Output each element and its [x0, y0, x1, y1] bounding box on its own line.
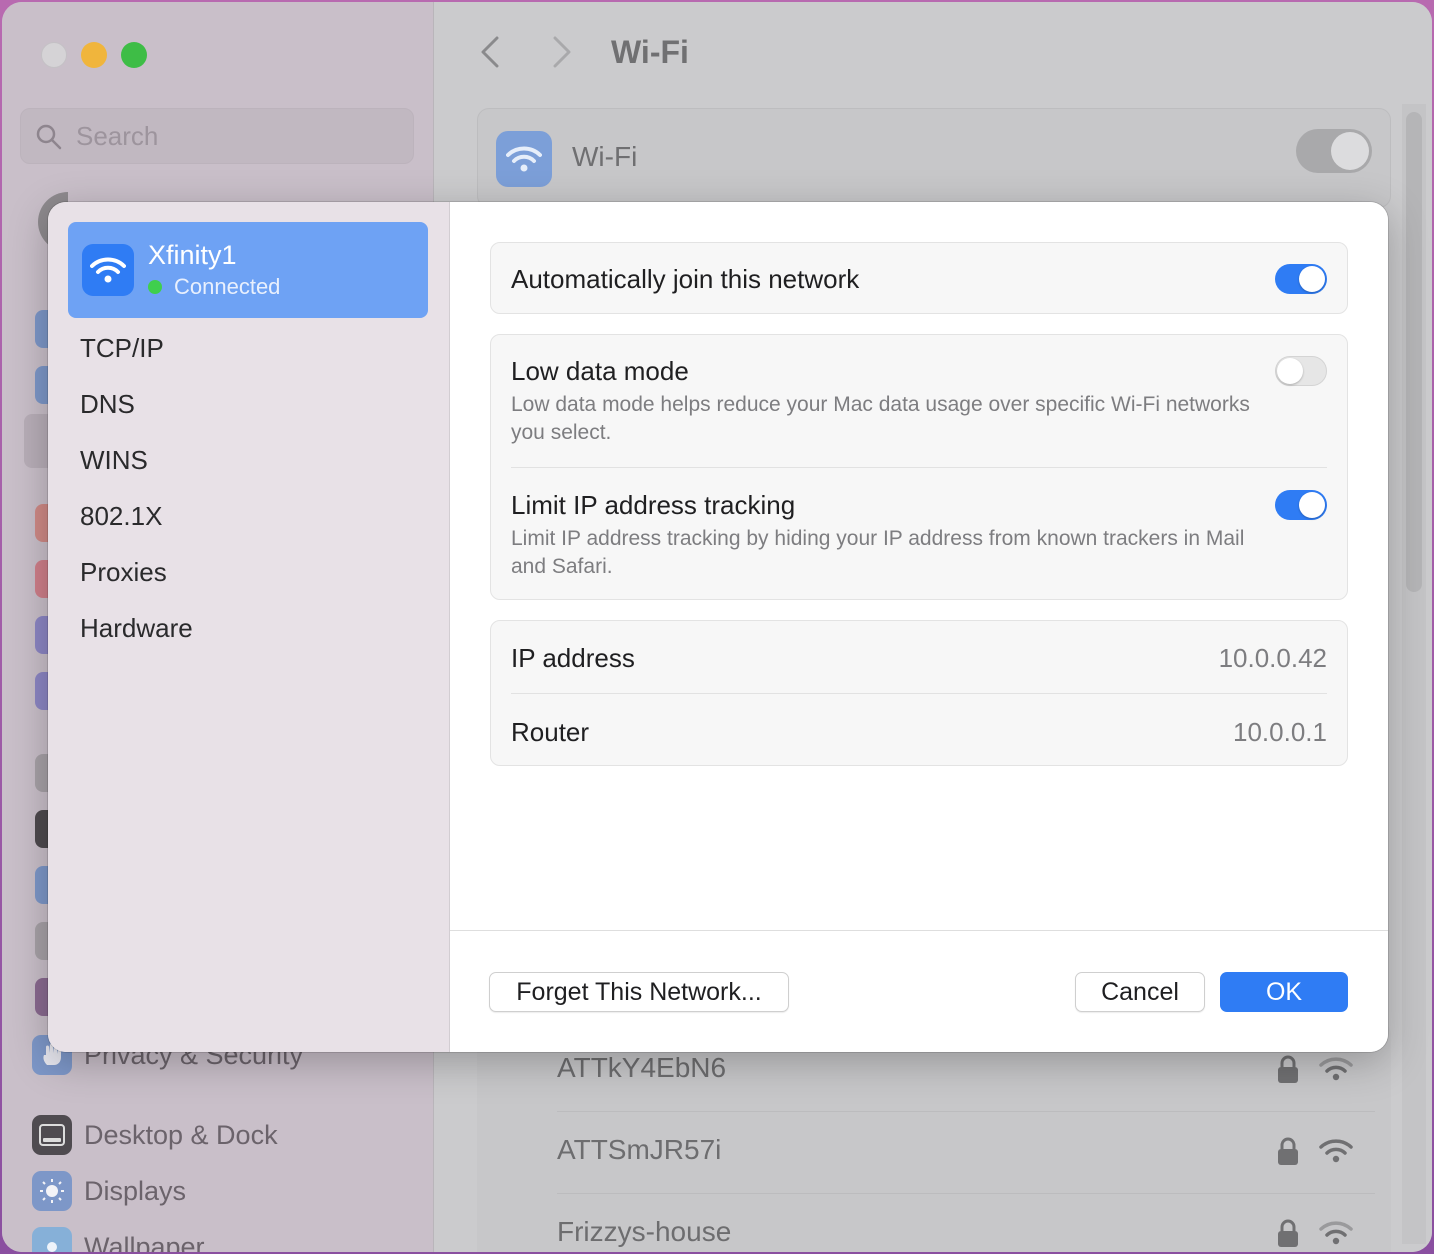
wifi-power-toggle[interactable]	[1296, 129, 1372, 173]
lock-icon	[1278, 1055, 1298, 1083]
wifi-icon	[496, 131, 552, 187]
scrollbar-thumb[interactable]	[1406, 112, 1422, 592]
sidebar-item-label: Wallpaper	[84, 1231, 205, 1253]
sun-icon	[32, 1171, 72, 1211]
search-placeholder: Search	[76, 121, 159, 151]
sidebar-item-hardware[interactable]: Hardware	[80, 608, 193, 648]
sidebar-item-wins[interactable]: WINS	[80, 440, 148, 480]
search-icon	[36, 124, 62, 150]
dock-icon	[32, 1115, 72, 1155]
lock-icon	[1278, 1137, 1298, 1165]
forward-arrow-icon[interactable]	[551, 36, 573, 77]
connection-status-text: Connected	[174, 274, 281, 299]
network-details-sheet: Xfinity1 Connected TCP/IP DNS WINS 802.1…	[48, 202, 1388, 1052]
back-arrow-icon[interactable]	[479, 36, 501, 77]
footer-divider	[450, 930, 1388, 931]
network-name: Xfinity1	[148, 240, 237, 270]
sidebar-item-label: Desktop & Dock	[84, 1119, 278, 1150]
limit-ip-tracking-label: Limit IP address tracking	[511, 490, 796, 520]
ip-address-value: 10.0.0.42	[1218, 643, 1327, 673]
sidebar-item-label: Displays	[84, 1175, 187, 1206]
wifi-label: Wi-Fi	[572, 141, 638, 172]
auto-join-toggle[interactable]	[1275, 264, 1327, 294]
ok-button[interactable]: OK	[1220, 972, 1348, 1012]
page-title: Wi-Fi	[611, 34, 689, 70]
low-data-mode-label: Low data mode	[511, 356, 689, 386]
network-row[interactable]: ATTSmJR57i	[477, 1112, 1391, 1194]
wifi-icon	[82, 244, 134, 296]
sidebar-item-8021x[interactable]: 802.1X	[80, 496, 162, 536]
sidebar-item-wallpaper[interactable]: Wallpaper	[32, 1224, 205, 1252]
low-data-mode-toggle[interactable]	[1275, 356, 1327, 386]
sheet-sidebar: Xfinity1 Connected TCP/IP DNS WINS 802.1…	[48, 202, 450, 1052]
auto-join-label: Automatically join this network	[511, 264, 860, 294]
connected-dot-icon	[148, 280, 162, 294]
sidebar-item-desktop-dock[interactable]: Desktop & Dock	[32, 1112, 278, 1158]
wifi-toggle-card: Wi-Fi	[477, 108, 1391, 208]
sidebar-item-tcpip[interactable]: TCP/IP	[80, 328, 164, 368]
sidebar-item-proxies[interactable]: Proxies	[80, 552, 167, 592]
forget-network-button[interactable]: Forget This Network...	[489, 972, 789, 1012]
cancel-button[interactable]: Cancel	[1075, 972, 1205, 1012]
router-label: Router	[511, 717, 590, 747]
ip-address-label: IP address	[511, 643, 635, 673]
wifi-signal-icon	[1319, 1139, 1353, 1163]
low-data-mode-description: Low data mode helps reduce your Mac data…	[511, 393, 1250, 444]
connection-status: Connected	[148, 274, 280, 300]
network-row[interactable]: Frizzys-house	[477, 1194, 1391, 1252]
network-name: Frizzys-house	[557, 1216, 732, 1247]
close-window-button[interactable]	[41, 42, 67, 68]
limit-ip-tracking-description: Limit IP address tracking by hiding your…	[511, 527, 1245, 578]
network-info-group: IP address 10.0.0.42 Router 10.0.0.1	[490, 620, 1348, 766]
wifi-signal-icon	[1319, 1057, 1353, 1081]
networks-list: ATTkY4EbN6 ATTSmJR57i Frizzys-house	[477, 1022, 1391, 1252]
auto-join-group: Automatically join this network	[490, 242, 1348, 314]
sheet-main-pane: Automatically join this network Low data…	[450, 202, 1388, 1052]
network-name: ATTSmJR57i	[557, 1134, 722, 1165]
router-value: 10.0.0.1	[1233, 717, 1327, 747]
sidebar-item-displays[interactable]: Displays	[32, 1168, 186, 1214]
flower-icon	[32, 1227, 72, 1252]
minimize-window-button[interactable]	[81, 42, 107, 68]
network-name: ATTkY4EbN6	[557, 1052, 727, 1083]
selected-network-item[interactable]: Xfinity1 Connected	[68, 222, 428, 318]
lock-icon	[1278, 1219, 1298, 1247]
divider	[511, 467, 1327, 468]
search-field[interactable]: Search	[20, 108, 414, 164]
limit-ip-tracking-toggle[interactable]	[1275, 490, 1327, 520]
wifi-signal-icon	[1319, 1221, 1353, 1245]
privacy-options-group: Low data mode Low data mode helps reduce…	[490, 334, 1348, 600]
sidebar-item-dns[interactable]: DNS	[80, 384, 135, 424]
zoom-window-button[interactable]	[121, 42, 147, 68]
divider	[511, 693, 1327, 694]
